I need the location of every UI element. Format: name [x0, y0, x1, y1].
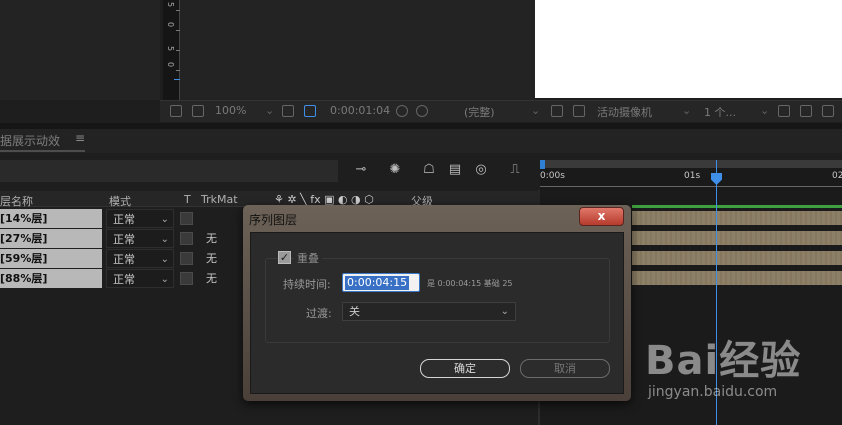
layer-duration-bar[interactable]	[632, 251, 842, 265]
roi-icon[interactable]	[551, 105, 563, 117]
overlap-group	[265, 258, 610, 343]
layer-duration-bar[interactable]	[632, 271, 842, 285]
motion-blur-icon[interactable]: ◎	[473, 162, 489, 178]
close-button[interactable]: x	[579, 207, 624, 226]
camera-select[interactable]: 活动摄像机	[597, 104, 652, 120]
panel-menu-icon[interactable]: ≡	[75, 131, 85, 145]
watermark-url: jingyan.baidu.com	[648, 384, 778, 400]
sequence-layers-dialog: 序列图层 x ✓ 重叠 持续时间: 0:00:04:15 是 0:00:04:1…	[243, 205, 631, 401]
dialog-titlebar[interactable]: 序列图层 x	[243, 205, 631, 232]
color-icon[interactable]	[416, 105, 428, 117]
overlap-checkbox[interactable]: ✓	[278, 251, 291, 264]
composition-background	[180, 0, 535, 100]
transparency-icon[interactable]	[573, 105, 585, 117]
duration-label: 持续时间:	[283, 278, 331, 291]
preserve-transparency-checkbox[interactable]	[180, 232, 193, 245]
duration-value: 0:00:04:15	[345, 276, 410, 290]
col-mode[interactable]: 模式	[109, 193, 131, 209]
chevron-down-icon: ⌄	[160, 214, 169, 225]
col-trkmat[interactable]: TrkMat	[201, 193, 238, 206]
trkmat-select[interactable]: 无	[206, 249, 217, 268]
baidu-watermark: Bai经验 jingyan.baidu.com	[645, 328, 840, 408]
blend-mode-select[interactable]: 正常 ⌄	[106, 269, 174, 288]
resolution-select[interactable]: (完整)	[464, 104, 495, 120]
overlap-label[interactable]: 重叠	[294, 250, 322, 266]
vertical-ruler: 5 0 5 0	[163, 0, 180, 100]
work-area-bar[interactable]	[543, 160, 842, 168]
timecode-display[interactable]: 0:00:01:04	[330, 104, 390, 117]
views-select[interactable]: 1 个...	[704, 104, 736, 120]
ruler-tick-label: 0	[166, 22, 175, 28]
draft-3d-icon[interactable]: ✺	[387, 162, 403, 178]
layout-icon[interactable]	[778, 105, 790, 117]
layer-duration-bar[interactable]	[632, 231, 842, 245]
camera-icon[interactable]	[396, 105, 408, 117]
layer-name[interactable]: [88%层]	[0, 269, 102, 288]
duration-info: 是 0:00:04:15 基础 25	[427, 279, 513, 288]
col-t[interactable]: T	[184, 193, 191, 206]
viewer-toolbar: 100% ⌄ 0:00:01:04 (完整) ⌄ 活动摄像机 ⌄ 1 个... …	[160, 100, 842, 122]
grid-icon[interactable]	[282, 105, 294, 117]
region-icon[interactable]	[304, 105, 316, 117]
blend-mode-select[interactable]: 正常 ⌄	[106, 229, 174, 248]
chevron-down-icon: ⌄	[160, 254, 169, 265]
project-panel-area	[0, 0, 160, 100]
ruler-tick-label: 0	[166, 62, 175, 68]
layer-search-input[interactable]	[0, 160, 338, 182]
transition-label: 过渡:	[306, 307, 332, 320]
ruler-tick-label: 5	[166, 46, 175, 52]
layer-name[interactable]: [27%层]	[0, 229, 102, 248]
graph-editor-icon[interactable]: ⎍	[507, 162, 523, 178]
preserve-transparency-checkbox[interactable]	[180, 272, 193, 285]
pixel-aspect-icon[interactable]	[800, 105, 812, 117]
transition-value: 关	[349, 305, 360, 318]
preserve-transparency-checkbox[interactable]	[180, 252, 193, 265]
time-label: 01s	[684, 171, 701, 181]
timeline-tab-bar: 据展示动效 ≡	[0, 129, 842, 153]
time-label: 0:00s	[540, 171, 565, 181]
col-source-name[interactable]: 层名称	[0, 193, 33, 209]
trkmat-select[interactable]: 无	[206, 229, 217, 248]
chevron-down-icon: ⌄	[160, 274, 169, 285]
layer-name[interactable]: [59%层]	[0, 249, 102, 268]
ok-button[interactable]: 确定	[420, 359, 510, 378]
work-area-indicator	[632, 205, 842, 208]
chevron-down-icon: ⌄	[160, 234, 169, 245]
dialog-title: 序列图层	[249, 213, 298, 227]
transition-select[interactable]: 关 ⌄	[342, 302, 516, 321]
blend-mode-select[interactable]: 正常 ⌄	[106, 209, 174, 228]
trkmat-select[interactable]: 无	[206, 269, 217, 288]
timeline-tab-title[interactable]: 据展示动效	[0, 132, 60, 149]
ruler-tick-label: 5	[166, 2, 175, 8]
cancel-button[interactable]: 取消	[520, 359, 610, 378]
composition-flowchart-icon[interactable]: ⊸	[353, 162, 369, 178]
snapshot-icon[interactable]	[170, 105, 182, 117]
preserve-transparency-checkbox[interactable]	[180, 212, 193, 225]
frame-blending-icon[interactable]: ▤	[447, 162, 463, 178]
chevron-down-icon: ⌄	[500, 306, 509, 317]
shy-layers-icon[interactable]: ☖	[421, 162, 437, 178]
time-label: 02	[832, 171, 842, 181]
blend-mode-select[interactable]: 正常 ⌄	[106, 249, 174, 268]
fast-preview-icon[interactable]	[822, 105, 834, 117]
composition-canvas[interactable]	[535, 0, 842, 98]
dialog-body: ✓ 重叠 持续时间: 0:00:04:15 是 0:00:04:15 基础 25…	[250, 232, 624, 394]
layer-duration-bar[interactable]	[632, 211, 842, 225]
zoom-select[interactable]: 100%	[215, 104, 246, 117]
watermark-logo: Bai经验	[645, 338, 802, 384]
layer-name[interactable]: [14%层]	[0, 209, 102, 228]
duration-input[interactable]: 0:00:04:15	[342, 273, 420, 292]
work-area-start-handle[interactable]	[540, 160, 545, 169]
monitor-icon[interactable]	[192, 105, 204, 117]
